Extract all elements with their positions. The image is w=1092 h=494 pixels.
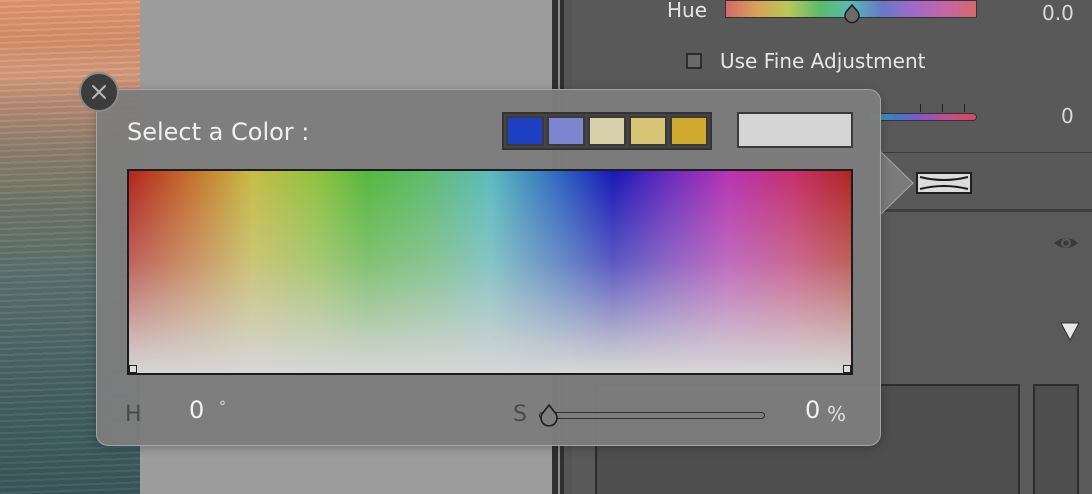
slider-tick xyxy=(964,104,965,112)
hue-slider-thumb[interactable] xyxy=(843,4,861,24)
close-icon xyxy=(92,85,106,99)
color-swatch-none[interactable] xyxy=(916,172,972,194)
preset-swatch-3[interactable] xyxy=(588,116,626,146)
saturation-field-label: S xyxy=(513,402,527,427)
color-picker-popup: Select a Color : H 0 ° S 0 % xyxy=(96,89,881,446)
slider-tick xyxy=(942,104,943,112)
disclosure-triangle-icon[interactable] xyxy=(1059,320,1081,342)
saturation-slider-thumb[interactable] xyxy=(537,403,561,429)
spectrum-corner-marker xyxy=(129,365,137,373)
hue-label: Hue xyxy=(667,0,708,22)
saturation-field-unit: % xyxy=(827,402,847,426)
current-color-preview xyxy=(737,112,853,148)
close-button[interactable] xyxy=(79,72,119,112)
fine-adjustment-label: Use Fine Adjustment xyxy=(720,49,926,73)
saturation-slider-track[interactable] xyxy=(868,113,977,121)
hue-field-value[interactable]: 0 xyxy=(189,396,204,424)
preset-swatch-2[interactable] xyxy=(547,116,585,146)
hue-value[interactable]: 0.0 xyxy=(1042,1,1074,25)
saturation-slider[interactable] xyxy=(539,412,765,419)
saturation-field-value[interactable]: 0 xyxy=(805,396,820,424)
spectrum-corner-marker xyxy=(843,365,851,373)
spectrum-saturation-layer xyxy=(129,171,851,373)
color-spectrum-field[interactable] xyxy=(127,169,853,375)
saturation-value[interactable]: 0 xyxy=(1061,104,1074,128)
color-picker-title: Select a Color : xyxy=(127,118,310,146)
hue-field-unit: ° xyxy=(219,399,226,415)
preset-swatch-4[interactable] xyxy=(629,116,667,146)
popup-pointer xyxy=(879,150,914,216)
fine-adjustment-checkbox[interactable] xyxy=(686,53,702,69)
preset-swatch-1[interactable] xyxy=(506,116,544,146)
preset-swatches xyxy=(502,112,712,150)
lightroom-workspace: Hue 0.0 Use Fine Adjustment 0 Select a C… xyxy=(0,0,1092,494)
hue-slider[interactable] xyxy=(725,0,977,24)
panel-box xyxy=(1033,384,1079,494)
preset-swatch-5[interactable] xyxy=(670,116,708,146)
eye-icon[interactable] xyxy=(1052,232,1080,254)
slider-tick xyxy=(920,104,921,112)
hue-field-label: H xyxy=(125,402,142,427)
